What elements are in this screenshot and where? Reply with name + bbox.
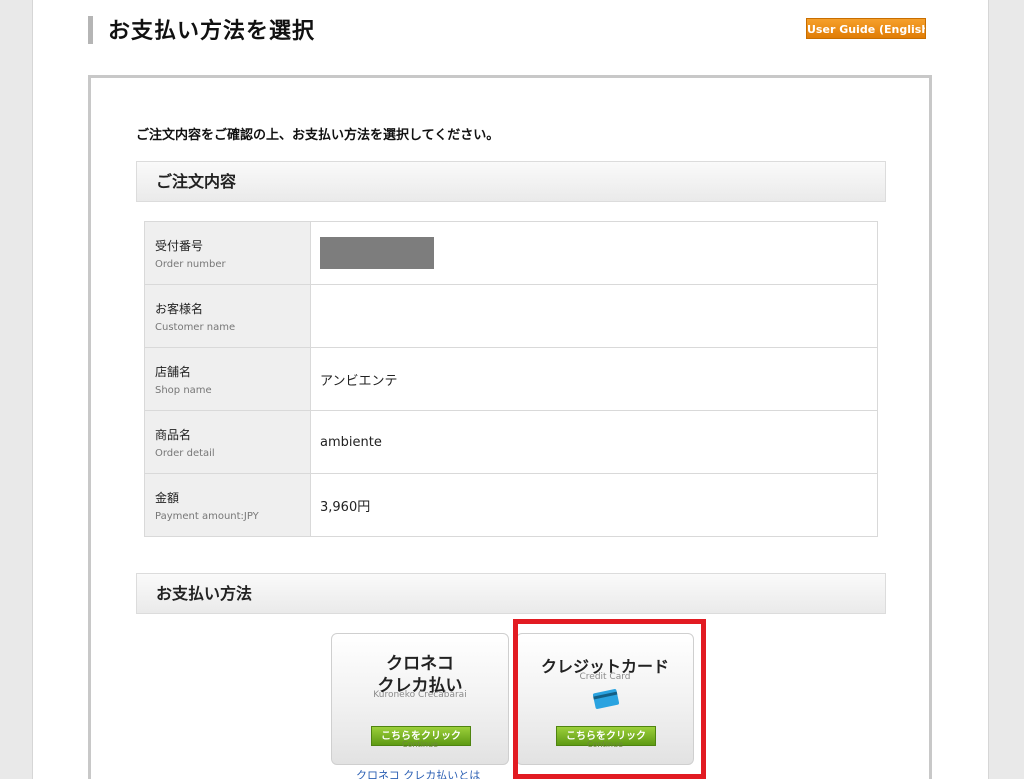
kuroneko-payment-option[interactable]: クロネコ クレカ払い Kuroneko Crecabarai こちらをクリック … — [331, 633, 509, 765]
credit-card-payment-option[interactable]: クレジットカード Credit Card こちらをクリック Continue — [516, 633, 694, 765]
label-jp: 店舗名 — [155, 364, 192, 379]
option-subtitle: Kuroneko Crecabarai — [373, 690, 467, 700]
order-details-table: 受付番号 Order number お客様名 Customer name 店舗名… — [144, 221, 878, 537]
row-label: 金額 Payment amount:JPY — [144, 473, 311, 537]
user-guide-button[interactable]: User Guide (English) — [806, 18, 926, 39]
label-jp: 金額 — [155, 490, 180, 505]
redacted-block — [320, 237, 434, 269]
label-en: Order number — [155, 258, 226, 270]
table-row: 商品名 Order detail ambiente — [144, 410, 878, 474]
order-section-heading: ご注文内容 — [136, 161, 886, 202]
kuroneko-info-link[interactable]: クロネコ クレカ払いとは — [356, 767, 480, 779]
page-title: お支払い方法を選択 — [108, 19, 316, 44]
payment-amount-value: 3,960円 — [310, 473, 878, 537]
row-label: 店舗名 Shop name — [144, 347, 311, 411]
row-label: お客様名 Customer name — [144, 284, 311, 348]
order-detail-value: ambiente — [310, 410, 878, 474]
intro-text: ご注文内容をご確認の上、お支払い方法を選択してください。 — [136, 128, 500, 143]
row-label: 受付番号 Order number — [144, 221, 311, 285]
table-row: 金額 Payment amount:JPY 3,960円 — [144, 473, 878, 537]
label-en: Order detail — [155, 447, 215, 459]
label-en: Payment amount:JPY — [155, 510, 259, 522]
continue-sublabel: Continue — [587, 740, 623, 749]
label-jp: 受付番号 — [155, 238, 204, 253]
label-jp: 商品名 — [155, 427, 192, 442]
option-subtitle: Credit Card — [579, 672, 631, 682]
continue-sublabel: Continue — [402, 740, 438, 749]
label-jp: お客様名 — [155, 301, 204, 316]
credit-card-icon — [592, 689, 620, 709]
label-en: Customer name — [155, 321, 236, 333]
table-row: 店舗名 Shop name アンビエンテ — [144, 347, 878, 411]
order-number-value — [310, 221, 878, 285]
label-en: Shop name — [155, 384, 212, 396]
customer-name-value — [310, 284, 878, 348]
shop-name-value: アンビエンテ — [310, 347, 878, 411]
row-label: 商品名 Order detail — [144, 410, 311, 474]
title-accent-bar — [88, 16, 93, 44]
table-row: 受付番号 Order number — [144, 221, 878, 285]
payment-section-heading: お支払い方法 — [136, 573, 886, 614]
table-row: お客様名 Customer name — [144, 284, 878, 348]
